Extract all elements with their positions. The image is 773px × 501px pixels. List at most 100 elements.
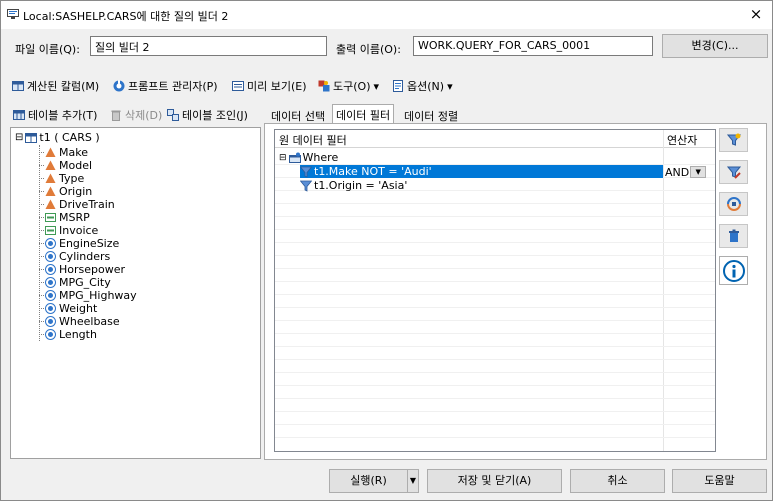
options-icon [393,80,403,92]
filter-condition-row[interactable]: t1.Make NOT = 'Audi' [300,165,663,178]
grid-row-line [275,268,715,269]
add-filter-button[interactable] [719,128,748,152]
group-filter-button[interactable] [719,192,748,216]
tools-label: 도구(O) [333,80,371,93]
filter-grid[interactable]: 원 데이터 필터 연산자 ⊟ Where t1.Make NOT = 'Audi… [274,129,716,452]
info-button[interactable] [719,256,748,285]
numeric-column-icon [45,329,56,340]
tree-column-horsepower[interactable]: Horsepower [39,263,126,276]
where-node[interactable]: ⊟ Where [279,151,338,164]
filter-condition-row[interactable]: t1.Origin = 'Asia' [300,179,407,192]
table-tree[interactable]: ⊟ t1 ( CARS ) Make Model Type Origin DriveTr… [10,127,261,459]
add-table-label: 테이블 추가(T) [28,109,98,122]
table-icon [25,132,38,143]
join-tables-button[interactable]: 테이블 조인(J) [167,107,248,123]
operator-select[interactable]: AND ▼ [665,165,710,179]
tree-column-weight[interactable]: Weight [39,302,97,315]
tree-column-label: Horsepower [59,263,126,276]
tree-column-label: Type [59,172,85,185]
operator-header: 연산자 [667,134,698,147]
filter-icon [300,180,312,192]
prompt-icon [113,80,125,92]
delete-button[interactable]: 삭제(D) [110,107,162,123]
tree-connector [39,282,44,283]
tree-column-invoice[interactable]: Invoice [39,224,99,237]
file-name-label: 파일 이름(Q): [15,43,80,56]
preview-button[interactable]: 미리 보기(E) [232,78,307,94]
tree-connector [39,191,44,192]
tab-sort-data[interactable]: 데이터 정렬 [400,105,462,124]
query-builder-window: Local:SASHELP.CARS에 대한 질의 빌더 2 × 파일 이름(Q… [0,0,773,501]
query-builder-icon [7,9,19,19]
delete-filter-button[interactable] [719,224,748,248]
grid-row-line [275,255,715,256]
tree-column-label: Origin [59,185,93,198]
tree-column-length[interactable]: Length [39,328,97,341]
computed-columns-button[interactable]: 계산된 칼럼(M) [12,78,99,94]
numeric-column-icon [45,238,56,249]
filter-grid-header: 원 데이터 필터 연산자 [275,130,715,148]
tree-column-model[interactable]: Model [39,159,92,172]
help-button[interactable]: 도움말 [672,469,767,493]
grid-row-line [275,385,715,386]
trash-icon [111,110,121,121]
tree-root-node[interactable]: ⊟ t1 ( CARS ) [15,131,100,144]
collapse-icon[interactable]: ⊟ [279,153,287,163]
join-icon [167,109,179,121]
filter-condition-text: t1.Make NOT = 'Audi' [314,165,432,178]
tree-column-mpg-highway[interactable]: MPG_Highway [39,289,137,302]
grid-row-line [275,411,715,412]
tree-column-type[interactable]: Type [39,172,85,185]
save-close-button[interactable]: 저장 및 닫기(A) [427,469,562,493]
numeric-column-icon [45,251,56,262]
tree-connector [39,204,44,205]
change-button[interactable]: 변경(C)... [662,34,768,58]
preview-icon [232,81,244,91]
chevron-down-icon[interactable]: ▼ [690,166,707,178]
edit-filter-button[interactable] [719,160,748,184]
info-icon [722,259,745,282]
prompt-manager-button[interactable]: 프롬프트 관리자(P) [113,78,218,94]
filter-tab-panel: 원 데이터 필터 연산자 ⊟ Where t1.Make NOT = 'Audi… [264,123,767,460]
grid-row-line [275,307,715,308]
tree-column-label: Length [59,328,97,341]
tools-menu[interactable]: 도구(O) ▾ [318,78,379,94]
collapse-icon[interactable]: ⊟ [15,132,23,143]
tree-column-label: Cylinders [59,250,111,263]
tree-column-drivetrain[interactable]: DriveTrain [39,198,115,211]
run-button[interactable]: 실행(R) [329,469,408,493]
tree-column-label: Wheelbase [59,315,120,328]
add-table-button[interactable]: 테이블 추가(T) [13,107,97,123]
grid-row-line [275,203,715,204]
file-name-input[interactable]: 질의 빌더 2 [90,36,327,56]
tree-connector [39,230,44,231]
output-name-input[interactable]: WORK.QUERY_FOR_CARS_0001 [413,36,653,56]
options-menu[interactable]: 옵션(N) ▾ [392,78,453,94]
tools-dropdown-icon: ▾ [373,79,380,93]
options-label: 옵션(N) [407,80,445,93]
tree-column-enginesize[interactable]: EngineSize [39,237,119,250]
tree-column-wheelbase[interactable]: Wheelbase [39,315,120,328]
numeric-column-icon [45,316,56,327]
preview-label: 미리 보기(E) [247,80,307,93]
tree-column-label: MSRP [59,211,90,224]
tree-column-label: Invoice [59,224,99,237]
grid-row-line [275,216,715,217]
tree-column-origin[interactable]: Origin [39,185,93,198]
tree-column-msrp[interactable]: MSRP [39,211,90,224]
run-dropdown-icon[interactable]: ▼ [407,469,419,493]
tree-column-cylinders[interactable]: Cylinders [39,250,111,263]
filter-icon [300,166,312,178]
grid-row-line [275,242,715,243]
tree-column-mpg-city[interactable]: MPG_City [39,276,111,289]
grid-row-line [275,320,715,321]
grid-row-line [275,281,715,282]
tree-connector [39,243,44,244]
tree-column-make[interactable]: Make [39,146,88,159]
tab-filter-data[interactable]: 데이터 필터 [332,104,395,125]
cancel-button[interactable]: 취소 [570,469,665,493]
tab-select-data[interactable]: 데이터 선택 [267,105,329,124]
close-icon[interactable]: × [742,3,770,25]
delete-label: 삭제(D) [125,109,163,122]
tree-connector [39,178,44,179]
